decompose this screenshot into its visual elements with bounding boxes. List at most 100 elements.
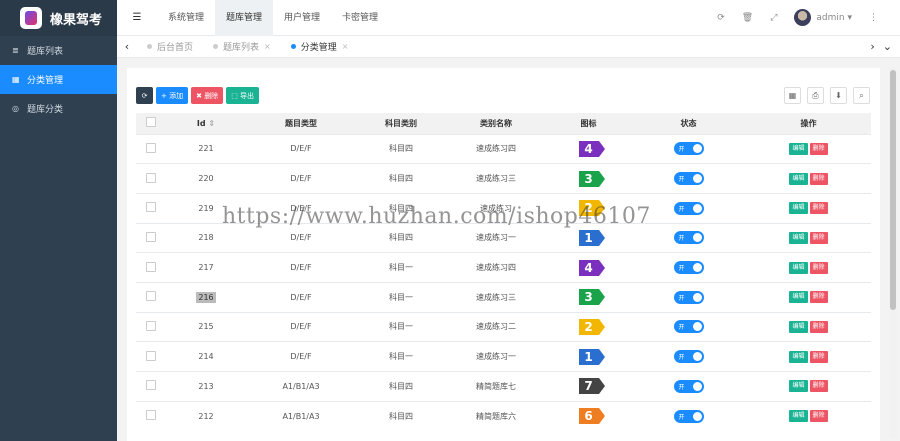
columns-icon[interactable]: ▦ xyxy=(784,87,801,104)
row-checkbox[interactable] xyxy=(146,261,156,272)
sidebar-item-1[interactable]: ▦ 分类管理 xyxy=(0,65,117,94)
refresh-icon[interactable]: ⟳ xyxy=(717,13,725,23)
row-checkbox[interactable] xyxy=(146,202,156,213)
row-checkbox[interactable] xyxy=(146,380,156,391)
tab-close-icon[interactable]: × xyxy=(342,42,349,51)
row-checkbox[interactable] xyxy=(146,231,156,242)
status-cell: 开 xyxy=(631,400,746,431)
fullscreen-icon[interactable]: ⤢ xyxy=(770,13,777,23)
status-toggle[interactable]: 开 xyxy=(673,350,704,364)
sort-icon[interactable]: ⇕ xyxy=(206,119,215,128)
delete-row-button[interactable]: 删除 xyxy=(809,231,828,244)
edit-button[interactable]: 编辑 xyxy=(789,410,808,423)
topnav-item-0[interactable]: 系统管理 xyxy=(157,0,215,36)
table-row[interactable]: 212 A1/B1/A3 科目四 精简题库六 6 开 编辑 删除 xyxy=(136,400,871,431)
table-row[interactable]: 221 D/E/F 科目四 速成练习四 4 开 编辑 删除 xyxy=(136,133,871,164)
status-toggle[interactable]: 开 xyxy=(673,172,704,186)
export-button[interactable]: ⬚ 导出 xyxy=(226,87,260,104)
column-header-0[interactable]: Id ⇕ xyxy=(166,113,246,134)
icon-cell: 3 xyxy=(546,281,631,313)
row-checkbox[interactable] xyxy=(146,172,156,183)
row-checkbox[interactable] xyxy=(146,410,156,421)
status-toggle[interactable]: 开 xyxy=(673,261,704,275)
delete-row-button[interactable]: 删除 xyxy=(809,320,828,333)
table-row[interactable]: 216 D/E/F 科目一 速成练习三 3 开 编辑 删除 xyxy=(136,281,871,313)
toggle-label: 开 xyxy=(678,176,685,184)
delete-row-button[interactable]: 删除 xyxy=(809,202,828,215)
edit-button[interactable]: 编辑 xyxy=(789,261,808,274)
sidebar-item-0[interactable]: ≣ 题库列表 xyxy=(0,36,117,65)
icon-cell: 3 xyxy=(546,163,631,194)
edit-button[interactable]: 编辑 xyxy=(789,320,808,333)
tab-0[interactable]: 后台首页 xyxy=(137,36,203,58)
table-row[interactable]: 214 D/E/F 科目一 速成练习一 1 开 编辑 删除 xyxy=(136,341,871,372)
id-cell: 221 xyxy=(166,133,246,164)
edit-button[interactable]: 编辑 xyxy=(789,291,808,304)
tab-2[interactable]: 分类管理 × xyxy=(281,36,359,58)
status-toggle[interactable]: 开 xyxy=(673,231,704,245)
delete-row-button[interactable]: 删除 xyxy=(809,291,828,304)
download-icon[interactable]: ⬇ xyxy=(830,87,847,104)
menu-toggle-icon[interactable]: ☰ xyxy=(117,12,157,23)
edit-button[interactable]: 编辑 xyxy=(789,142,808,155)
status-toggle[interactable]: 开 xyxy=(673,290,704,304)
subject-cell: 科目四 xyxy=(356,400,446,431)
row-checkbox[interactable] xyxy=(146,142,156,153)
row-checkbox-cell xyxy=(136,163,166,194)
more-icon[interactable]: ⋮ xyxy=(869,13,878,23)
delete-button[interactable]: ✖ 删除 xyxy=(191,87,224,104)
edit-button[interactable]: 编辑 xyxy=(789,202,808,215)
app-logo[interactable]: 橡果驾考 xyxy=(0,0,117,36)
subject-cell: 科目四 xyxy=(356,163,446,194)
table-row[interactable]: 218 D/E/F 科目四 速成练习一 1 开 编辑 删除 xyxy=(136,222,871,253)
table-row[interactable]: 220 D/E/F 科目四 速成练习三 3 开 编辑 删除 xyxy=(136,163,871,194)
name-cell: 速成练习四 xyxy=(446,252,546,283)
actions-cell: 编辑 删除 xyxy=(746,163,871,194)
row-checkbox[interactable] xyxy=(146,291,156,302)
row-checkbox[interactable] xyxy=(146,350,156,361)
username: admin xyxy=(816,13,845,23)
tab-scroll-left-icon[interactable]: ‹ xyxy=(117,40,137,53)
status-toggle[interactable]: 开 xyxy=(673,201,704,215)
tab-close-icon[interactable]: × xyxy=(264,42,271,51)
add-button[interactable]: + 添加 xyxy=(156,87,189,104)
row-checkbox[interactable] xyxy=(146,320,156,331)
delete-row-button[interactable]: 删除 xyxy=(809,380,828,393)
print-icon[interactable]: ⎙ xyxy=(807,87,824,104)
tab-scroll-right-icon[interactable]: › xyxy=(870,40,874,53)
user-menu[interactable]: admin ▾ xyxy=(794,9,852,26)
topnav-item-3[interactable]: 卡密管理 xyxy=(331,0,389,36)
row-checkbox-cell xyxy=(136,400,166,431)
tab-1[interactable]: 题库列表 × xyxy=(203,36,281,58)
sidebar-item-2[interactable]: ◎ 题库分类 xyxy=(0,94,117,123)
column-header-label: Id xyxy=(196,118,206,128)
select-all-checkbox[interactable] xyxy=(146,117,156,128)
topnav-item-2[interactable]: 用户管理 xyxy=(273,0,331,36)
delete-row-button[interactable]: 删除 xyxy=(809,172,828,185)
status-toggle[interactable]: 开 xyxy=(673,379,704,393)
table-row[interactable]: 217 D/E/F 科目一 速成练习四 4 开 编辑 删除 xyxy=(136,252,871,283)
table-row[interactable]: 213 A1/B1/A3 科目四 精简题库七 7 开 编辑 删除 xyxy=(136,371,871,402)
edit-button[interactable]: 编辑 xyxy=(789,172,808,185)
status-toggle[interactable]: 开 xyxy=(673,142,704,156)
status-toggle[interactable]: 开 xyxy=(673,320,704,334)
delete-row-button[interactable]: 删除 xyxy=(809,142,828,155)
edit-button[interactable]: 编辑 xyxy=(789,231,808,244)
delete-row-button[interactable]: 删除 xyxy=(809,261,828,274)
search-icon[interactable]: ⌕ xyxy=(853,87,870,104)
trash-icon[interactable]: 🗑 xyxy=(742,13,753,23)
table-row[interactable]: 219 D/E/F 科目四 速成练习 2 开 编辑 删除 xyxy=(136,192,871,224)
edit-button[interactable]: 编辑 xyxy=(789,350,808,363)
type-cell: D/E/F xyxy=(246,163,356,194)
topnav-item-1[interactable]: 题库管理 xyxy=(215,0,274,36)
row-id: 217 xyxy=(198,263,214,273)
table-row[interactable]: 215 D/E/F 科目一 速成练习二 2 开 编辑 删除 xyxy=(136,311,871,342)
edit-button[interactable]: 编辑 xyxy=(789,380,808,393)
delete-row-button[interactable]: 删除 xyxy=(809,410,828,423)
refresh-button[interactable]: ⟳ xyxy=(136,87,153,104)
scrollbar[interactable] xyxy=(889,68,897,438)
tab-menu-chevron-icon[interactable]: ⌄ xyxy=(883,40,892,53)
delete-row-button[interactable]: 删除 xyxy=(809,350,828,363)
status-toggle[interactable]: 开 xyxy=(673,409,704,423)
category-number-icon: 4 xyxy=(578,140,605,157)
